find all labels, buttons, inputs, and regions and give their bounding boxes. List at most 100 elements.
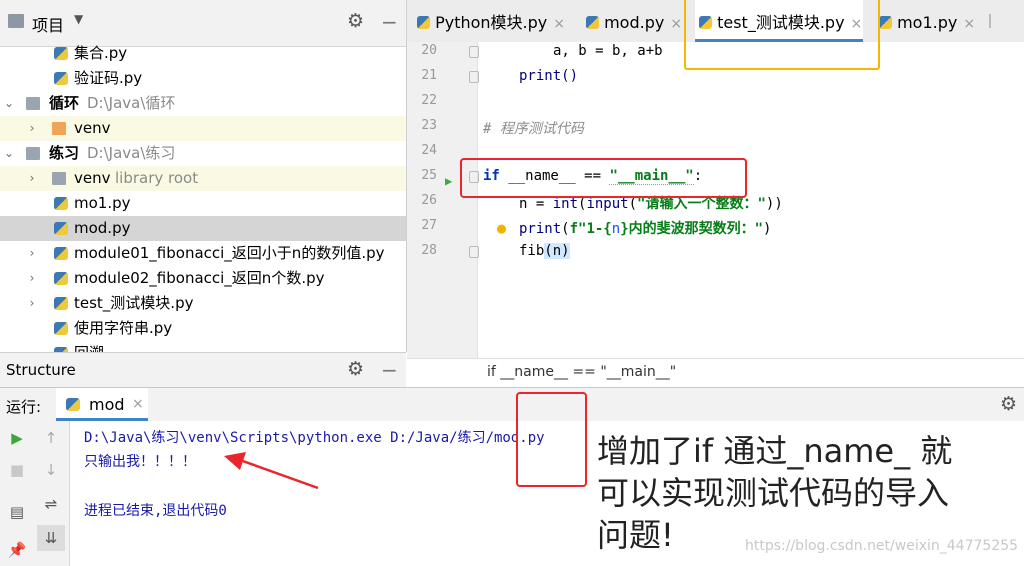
- folder-icon: [26, 147, 40, 160]
- tree-item-label: 集合.py: [74, 44, 128, 62]
- annotation-arrow: [224, 452, 319, 490]
- line-number: 20: [421, 43, 437, 58]
- tree-item-label: 循环: [49, 94, 80, 112]
- close-icon[interactable]: ×: [670, 16, 682, 32]
- tree-item-label: mod.py: [74, 219, 131, 237]
- tree-item-path: D:\Java\循环: [87, 94, 176, 112]
- code-line-21: print(): [519, 68, 579, 84]
- tree-item-venv[interactable]: › venv: [0, 116, 406, 141]
- tree-item-py[interactable]: 回溯: [0, 341, 406, 352]
- tree-item-py[interactable]: 集合.py: [0, 41, 406, 66]
- tree-item-label: module02_fibonacci_返回n个数.py: [74, 269, 325, 287]
- close-icon[interactable]: ×: [553, 16, 565, 32]
- rerun-icon[interactable]: ▶: [0, 429, 34, 447]
- tree-item-py[interactable]: › module01_fibonacci_返回小于n的数列值.py: [0, 241, 406, 266]
- arrow-head: [224, 452, 246, 470]
- fold-icon[interactable]: [469, 46, 479, 58]
- run-toolbar-secondary: ↑ ↓ ⇌ ⇊: [34, 421, 70, 566]
- chevron-right-icon[interactable]: ›: [25, 166, 39, 191]
- python-file-icon: [54, 247, 68, 260]
- tab-overflow-divider: [989, 14, 991, 28]
- chevron-down-icon[interactable]: ⌄: [2, 91, 16, 116]
- tab-mod[interactable]: mod.py ×: [586, 0, 682, 42]
- console-line-exit: 进程已结束,退出代码0: [84, 503, 227, 519]
- run-gutter-icon[interactable]: ▶: [445, 174, 452, 188]
- gear-icon[interactable]: ⚙: [1000, 393, 1017, 415]
- breadcrumb-text[interactable]: if __name__ == "__main__": [487, 364, 676, 380]
- tree-item-label: module01_fibonacci_返回小于n的数列值.py: [74, 244, 385, 262]
- code-line-28: fib(n): [519, 243, 570, 259]
- run-panel-label: 运行:: [6, 398, 42, 416]
- python-file-icon: [54, 322, 68, 335]
- tree-item-py[interactable]: › test_测试模块.py: [0, 291, 406, 316]
- tree-item-folder-loop[interactable]: ⌄ 循环 D:\Java\循环: [0, 91, 406, 116]
- folder-icon: [52, 122, 66, 135]
- tree-item-py[interactable]: mo1.py: [0, 191, 406, 216]
- python-file-icon: [54, 47, 68, 60]
- pin-icon[interactable]: 📌: [0, 541, 34, 559]
- chevron-right-icon[interactable]: ›: [25, 241, 39, 266]
- console-line-command: D:\Java\练习\venv\Scripts\python.exe D:/Ja…: [84, 430, 545, 446]
- code-line-27: print(f"1-{n}内的斐波那契数列："): [519, 221, 772, 237]
- lightbulb-icon[interactable]: ●: [497, 219, 506, 237]
- tree-item-py[interactable]: 验证码.py: [0, 66, 406, 91]
- tab-python-module[interactable]: Python模块.py ×: [417, 0, 565, 42]
- structure-panel-header: Structure ⚙ −: [0, 352, 406, 387]
- fold-icon[interactable]: [469, 71, 479, 83]
- structure-panel-title[interactable]: Structure: [6, 361, 76, 379]
- run-panel-header: 运行: mod × ⚙: [0, 387, 1024, 423]
- tree-item-py-selected[interactable]: mod.py: [0, 216, 406, 241]
- chevron-down-icon[interactable]: ▼: [74, 12, 83, 26]
- gear-icon[interactable]: ⚙: [347, 358, 364, 380]
- python-file-icon: [54, 197, 68, 210]
- tree-item-note: library root: [115, 169, 199, 187]
- line-number: 21: [421, 68, 437, 83]
- project-panel-title[interactable]: 项目: [32, 12, 64, 36]
- gear-icon[interactable]: ⚙: [347, 10, 364, 32]
- tree-item-label: venv: [74, 169, 111, 187]
- tab-label: mo1.py: [897, 13, 958, 32]
- run-tab-mod[interactable]: mod ×: [56, 388, 148, 421]
- python-file-icon: [54, 72, 68, 85]
- soft-wrap-icon[interactable]: ⇌: [34, 495, 68, 513]
- tree-item-py[interactable]: › module02_fibonacci_返回n个数.py: [0, 266, 406, 291]
- tree-item-label: test_测试模块.py: [74, 294, 194, 312]
- line-number: 23: [421, 118, 437, 133]
- tree-item-venv[interactable]: › venv library root: [0, 166, 406, 191]
- tab-label: mod.py: [604, 13, 665, 32]
- code-line-20: a, b = b, a+b: [553, 43, 663, 59]
- scroll-to-end-icon[interactable]: ⇊: [37, 525, 65, 551]
- close-icon[interactable]: ×: [963, 16, 975, 32]
- fold-icon[interactable]: [469, 246, 479, 258]
- chevron-down-icon[interactable]: ⌄: [2, 141, 16, 166]
- folder-icon: [52, 172, 66, 185]
- editor-breadcrumb: if __name__ == "__main__": [407, 358, 1024, 387]
- minimize-icon[interactable]: −: [381, 10, 398, 34]
- watermark-text: https://blog.csdn.net/weixin_44775255: [745, 538, 1019, 554]
- chevron-right-icon[interactable]: ›: [25, 291, 39, 316]
- folder-icon: [8, 14, 24, 28]
- layout-icon[interactable]: ▤: [0, 503, 34, 521]
- tree-item-path: D:\Java\练习: [87, 144, 176, 162]
- arrow-down-icon[interactable]: ↓: [34, 461, 68, 479]
- code-editor[interactable]: 20 21 22 23 24 25 26 27 28 ▶ ● a, b = b,…: [407, 42, 1024, 385]
- python-file-icon: [54, 272, 68, 285]
- python-file-icon: [66, 398, 80, 411]
- tab-mo1[interactable]: mo1.py ×: [879, 0, 975, 42]
- stop-icon[interactable]: ■: [0, 461, 34, 479]
- line-number: 25: [421, 168, 437, 183]
- tree-item-folder-practice[interactable]: ⌄ 练习 D:\Java\练习: [0, 141, 406, 166]
- chevron-right-icon[interactable]: ›: [25, 266, 39, 291]
- python-file-icon: [54, 297, 68, 310]
- run-tab-label: mod: [89, 395, 125, 414]
- tree-item-label: mo1.py: [74, 194, 131, 212]
- chevron-right-icon[interactable]: ›: [25, 116, 39, 141]
- run-toolbar-primary: ▶ ■ ▤ 📌: [0, 421, 35, 566]
- arrow-up-icon[interactable]: ↑: [34, 429, 68, 447]
- if-main-highlight-box: [460, 158, 747, 198]
- minimize-icon[interactable]: −: [381, 358, 398, 382]
- tree-item-py[interactable]: 使用字符串.py: [0, 316, 406, 341]
- project-panel-header: 项目 ▼ ⚙ −: [0, 0, 406, 47]
- close-icon[interactable]: ×: [132, 396, 144, 412]
- tab-highlight-box: [684, 0, 880, 70]
